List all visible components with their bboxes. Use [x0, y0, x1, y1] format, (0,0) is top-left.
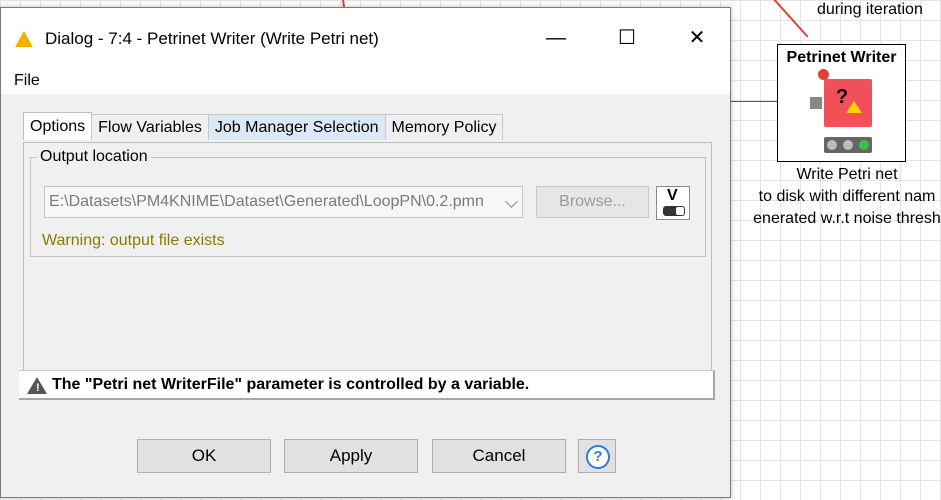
status-light-icon — [859, 140, 869, 150]
cancel-button[interactable]: Cancel — [432, 439, 566, 473]
status-light-icon — [827, 140, 837, 150]
menu-file[interactable]: File — [14, 70, 40, 92]
node-status-lights — [824, 137, 872, 153]
output-location-label: Output location — [37, 147, 151, 167]
browse-button[interactable]: Browse... — [536, 186, 649, 218]
tab-flow-variables[interactable]: Flow Variables — [91, 114, 209, 140]
node-input-port[interactable] — [810, 97, 822, 109]
output-path-value: E:\Datasets\PM4KNIME\Dataset\Generated\L… — [49, 193, 484, 210]
warning-triangle-icon — [846, 101, 862, 113]
status-light-icon — [843, 140, 853, 150]
tab-memory-policy[interactable]: Memory Policy — [384, 114, 504, 140]
node-dialog-window: Dialog - 7:4 - Petrinet Writer (Write Pe… — [0, 7, 731, 498]
file-exists-warning: Warning: output file exists — [42, 232, 225, 249]
output-path-combobox[interactable]: E:\Datasets\PM4KNIME\Dataset\Generated\L… — [44, 186, 523, 218]
maximize-button[interactable]: ☐ — [604, 22, 650, 54]
tab-options[interactable]: Options — [23, 112, 93, 140]
node-description: Write Petri net to disk with different n… — [737, 164, 941, 230]
output-location-group: Output location E:\Datasets\PM4KNIME\Dat… — [30, 147, 706, 257]
status-message: The "Petri net WriterFile" parameter is … — [52, 376, 530, 393]
node-annotation: during iteration — [817, 1, 923, 18]
window-title: Dialog - 7:4 - Petrinet Writer (Write Pe… — [45, 29, 379, 48]
node-title: Petrinet Writer — [786, 49, 897, 66]
tab-job-manager-selection[interactable]: Job Manager Selection — [207, 114, 386, 140]
title-bar[interactable]: Dialog - 7:4 - Petrinet Writer (Write Pe… — [1, 8, 730, 70]
chevron-down-icon — [505, 195, 518, 208]
help-icon: ? — [586, 445, 610, 469]
warning-icon: ! — [27, 377, 47, 394]
knime-warning-icon — [15, 31, 33, 47]
close-button[interactable]: ✕ — [674, 22, 720, 54]
petrinet-writer-node[interactable]: Petrinet Writer ? — [777, 44, 906, 162]
menu-bar: File — [1, 70, 730, 94]
node-description-line: Write Petri net — [796, 166, 898, 183]
ok-button[interactable]: OK — [137, 439, 271, 473]
flow-variable-button[interactable]: V — [656, 186, 690, 220]
tab-bar: Options Flow Variables Job Manager Selec… — [23, 112, 504, 142]
minimize-button[interactable]: — — [533, 22, 579, 54]
writer-node-icon[interactable]: ? — [824, 79, 872, 127]
node-description-line: enerated w.r.t noise thresh — [753, 210, 941, 227]
apply-button[interactable]: Apply — [284, 439, 418, 473]
help-button[interactable]: ? — [578, 439, 616, 473]
status-bar: ! The "Petri net WriterFile" parameter i… — [19, 370, 715, 400]
node-description-line: to disk with different nam — [758, 188, 936, 205]
options-panel: Output location E:\Datasets\PM4KNIME\Dat… — [23, 142, 712, 371]
connection-edge — [770, 0, 809, 38]
variable-v-icon: V — [667, 187, 678, 204]
toggle-icon — [663, 206, 685, 216]
